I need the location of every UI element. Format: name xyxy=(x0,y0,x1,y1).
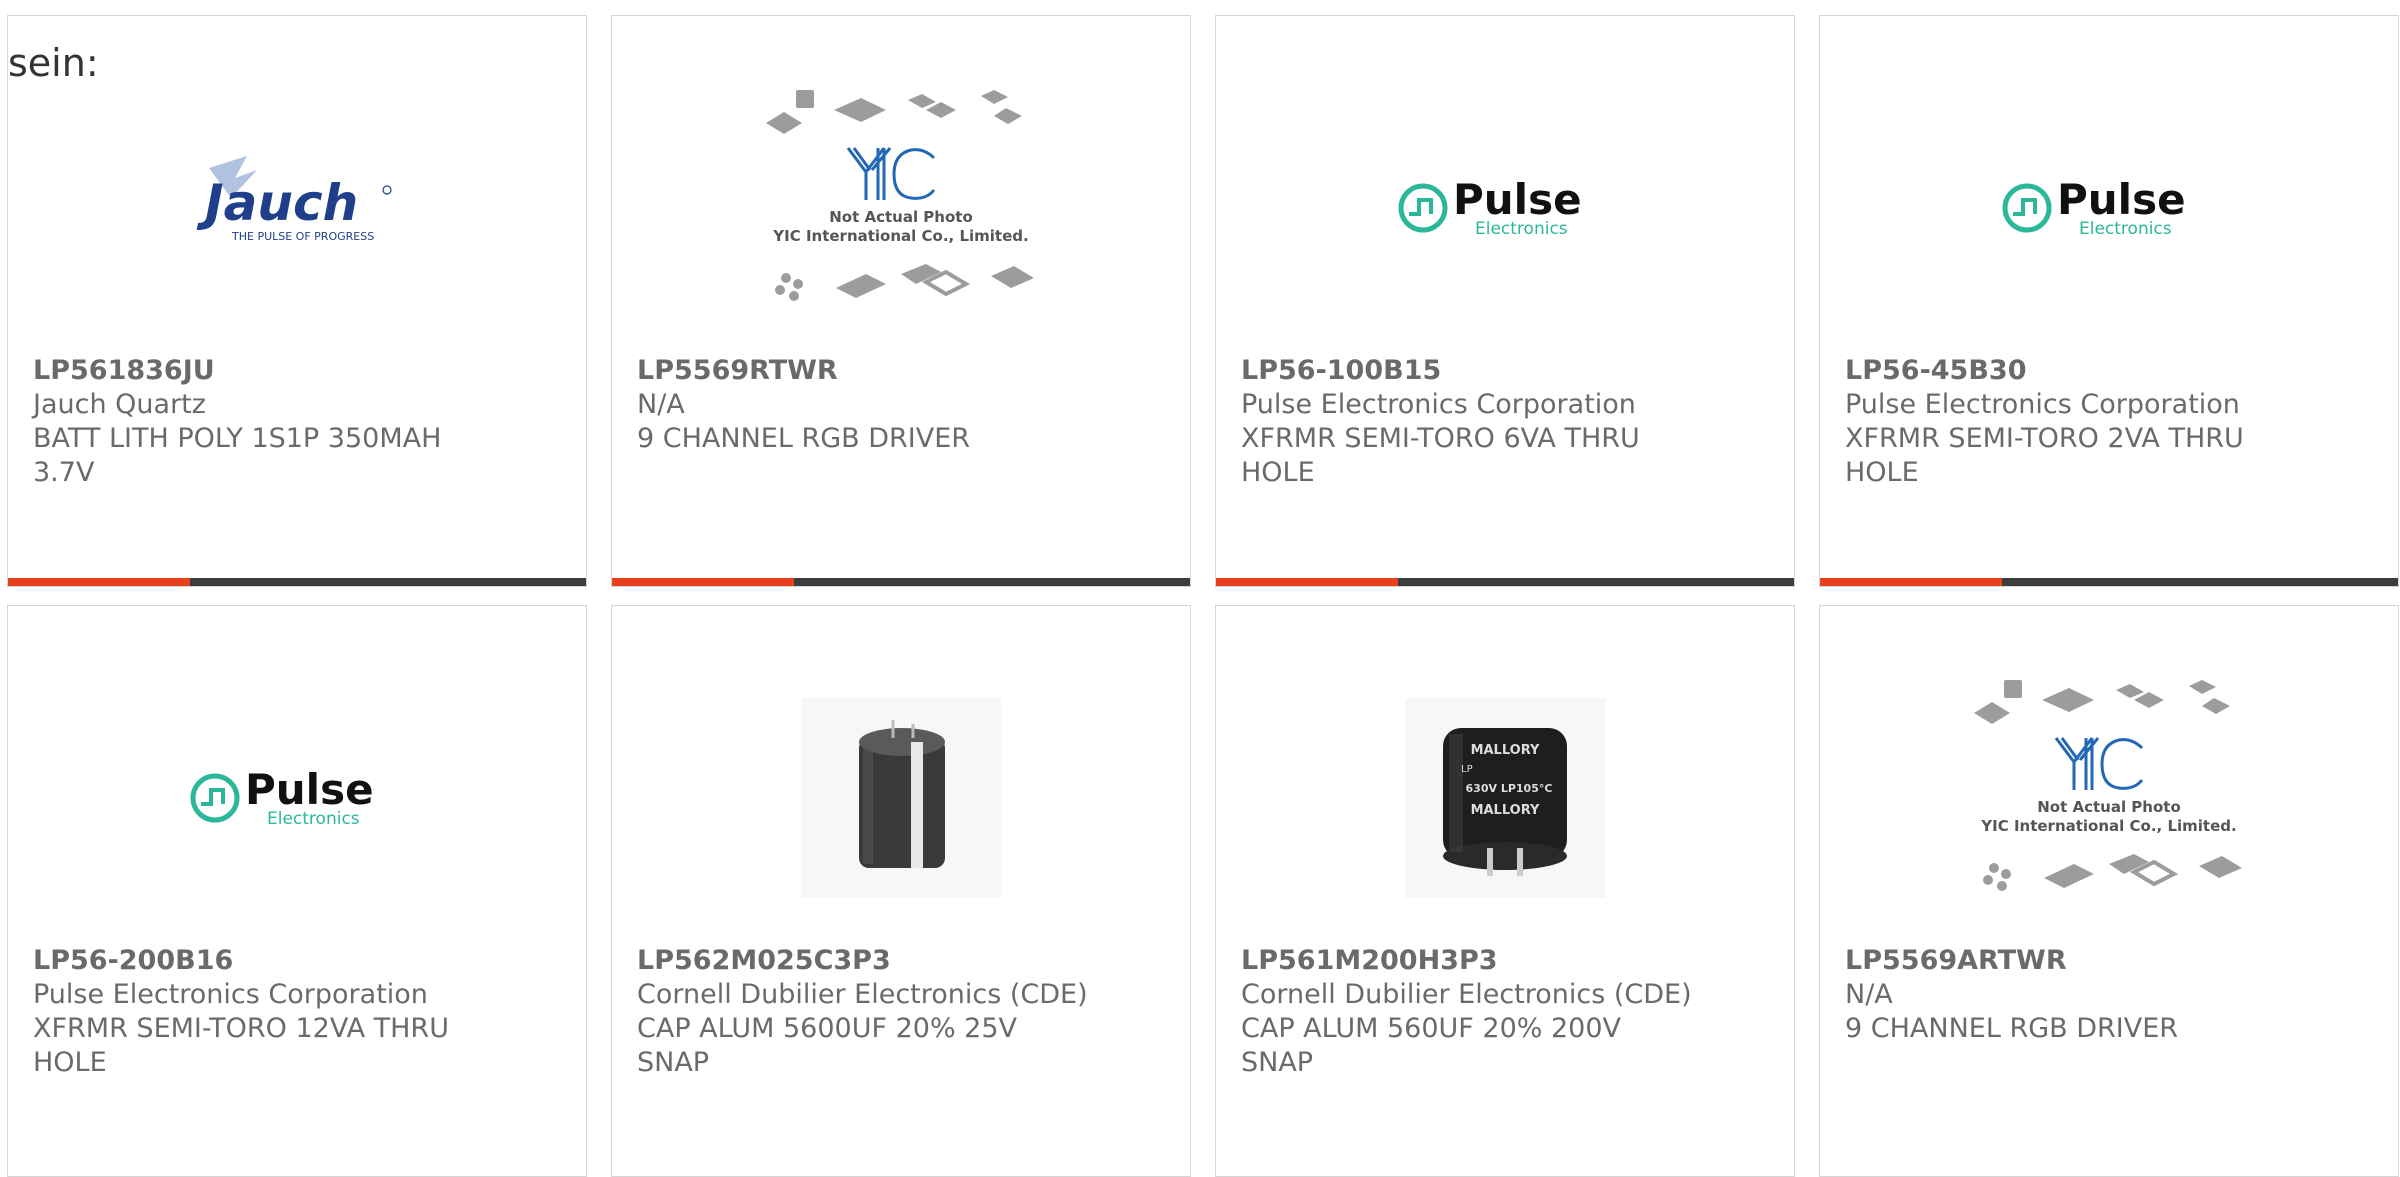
description: XFRMR SEMI-TORO 6VA THRU xyxy=(1241,423,1640,454)
part-number[interactable]: LP5569RTWR xyxy=(637,354,1165,388)
description: CAP ALUM 5600UF 20% 25V xyxy=(637,1013,1018,1044)
description: CAP ALUM 560UF 20% 200V xyxy=(1241,1013,1622,1044)
part-number[interactable]: LP5569ARTWR xyxy=(1845,944,2373,978)
logo-text: Pulse xyxy=(245,765,374,814)
label-line1: MALLORY xyxy=(1471,743,1540,758)
note-line1: Not Actual Photo xyxy=(2037,798,2181,816)
note-line2: YIC International Co., Limited. xyxy=(1980,817,2236,835)
product-card[interactable]: MALLORY LP 630V LP105°C MALLORY LP561M20… xyxy=(1215,605,1795,1177)
description-line2: HOLE xyxy=(1845,457,1919,488)
yic-logo xyxy=(2054,737,2144,790)
logo-text: Jauch xyxy=(196,174,358,232)
part-number[interactable]: LP56-100B15 xyxy=(1241,354,1769,388)
capacitor-photo xyxy=(801,698,1001,898)
product-card[interactable]: Pulse Electronics LP56-100B15 Pulse Elec… xyxy=(1215,15,1795,587)
manufacturer: N/A xyxy=(637,389,685,420)
pulse-logo: Pulse Electronics xyxy=(2002,175,2186,239)
description: XFRMR SEMI-TORO 2VA THRU xyxy=(1845,423,2244,454)
note-line1: Not Actual Photo xyxy=(829,208,973,226)
part-number[interactable]: LP561M200H3P3 xyxy=(1241,944,1769,978)
product-card[interactable]: Pulse Electronics LP56-45B30 Pulse Elect… xyxy=(1819,15,2399,587)
manufacturer: Pulse Electronics Corporation xyxy=(1241,389,1636,420)
part-number[interactable]: LP56-200B16 xyxy=(33,944,561,978)
yic-placeholder-image: Not Actual Photo YIC International Co., … xyxy=(766,90,1034,301)
description-line2: 3.7V xyxy=(33,457,95,488)
product-card[interactable]: Pulse Electronics LP56-200B16 Pulse Elec… xyxy=(7,605,587,1177)
description: BATT LITH POLY 1S1P 350MAH xyxy=(33,423,442,454)
yic-placeholder-image: Not Actual Photo YIC International Co., … xyxy=(1974,680,2242,891)
product-card[interactable]: Jauch THE PULSE OF PROGRESS LP561836JU J… xyxy=(7,15,587,587)
product-image xyxy=(612,648,1190,948)
card-bar xyxy=(612,578,1190,586)
logo-text: Pulse xyxy=(1453,175,1582,224)
description: 9 CHANNEL RGB DRIVER xyxy=(1845,1013,2179,1044)
description: XFRMR SEMI-TORO 12VA THRU xyxy=(33,1013,449,1044)
product-image: Pulse Electronics xyxy=(1820,58,2398,358)
logo-sub: Electronics xyxy=(1475,219,1568,239)
logo-tagline: THE PULSE OF PROGRESS xyxy=(231,230,374,243)
product-image: Pulse Electronics xyxy=(1216,58,1794,358)
mallory-capacitor-photo: MALLORY LP 630V LP105°C MALLORY xyxy=(1405,698,1605,898)
manufacturer: N/A xyxy=(1845,979,1893,1010)
product-card[interactable]: LP562M025C3P3 Cornell Dubilier Electroni… xyxy=(611,605,1191,1177)
product-card[interactable]: Not Actual Photo YIC International Co., … xyxy=(1819,605,2399,1177)
product-card[interactable]: Not Actual Photo YIC International Co., … xyxy=(611,15,1191,587)
jauch-logo: Jauch THE PULSE OF PROGRESS xyxy=(196,156,392,243)
product-grid: Jauch THE PULSE OF PROGRESS LP561836JU J… xyxy=(7,15,2400,1177)
part-number[interactable]: LP56-45B30 xyxy=(1845,354,2373,388)
logo-text: Pulse xyxy=(2057,175,2186,224)
product-image: Jauch THE PULSE OF PROGRESS xyxy=(8,58,586,358)
label-line3: 630V LP105°C xyxy=(1466,782,1553,795)
note-line2: YIC International Co., Limited. xyxy=(772,227,1028,245)
description-line2: HOLE xyxy=(1241,457,1315,488)
card-bar xyxy=(8,578,586,586)
product-image: Not Actual Photo YIC International Co., … xyxy=(1820,648,2398,948)
description: 9 CHANNEL RGB DRIVER xyxy=(637,423,971,454)
logo-sub: Electronics xyxy=(267,809,360,829)
label-line2: LP xyxy=(1461,764,1473,775)
manufacturer: Cornell Dubilier Electronics (CDE) xyxy=(637,979,1088,1010)
manufacturer: Cornell Dubilier Electronics (CDE) xyxy=(1241,979,1692,1010)
part-number[interactable]: LP562M025C3P3 xyxy=(637,944,1165,978)
product-image: Not Actual Photo YIC International Co., … xyxy=(612,58,1190,358)
manufacturer: Pulse Electronics Corporation xyxy=(1845,389,2240,420)
description-line2: SNAP xyxy=(637,1047,710,1078)
part-number[interactable]: LP561836JU xyxy=(33,354,561,388)
product-image: Pulse Electronics xyxy=(8,648,586,948)
logo-sub: Electronics xyxy=(2079,219,2172,239)
page-label: sein: xyxy=(8,41,99,85)
card-bar xyxy=(1216,578,1794,586)
product-image: MALLORY LP 630V LP105°C MALLORY xyxy=(1216,648,1794,948)
card-bar xyxy=(1820,578,2398,586)
yic-logo xyxy=(846,147,936,200)
manufacturer: Jauch Quartz xyxy=(33,389,206,420)
pulse-logo: Pulse Electronics xyxy=(190,765,374,829)
description-line2: SNAP xyxy=(1241,1047,1314,1078)
manufacturer: Pulse Electronics Corporation xyxy=(33,979,428,1010)
label-line1-repeat: MALLORY xyxy=(1471,803,1540,818)
description-line2: HOLE xyxy=(33,1047,107,1078)
pulse-logo: Pulse Electronics xyxy=(1398,175,1582,239)
